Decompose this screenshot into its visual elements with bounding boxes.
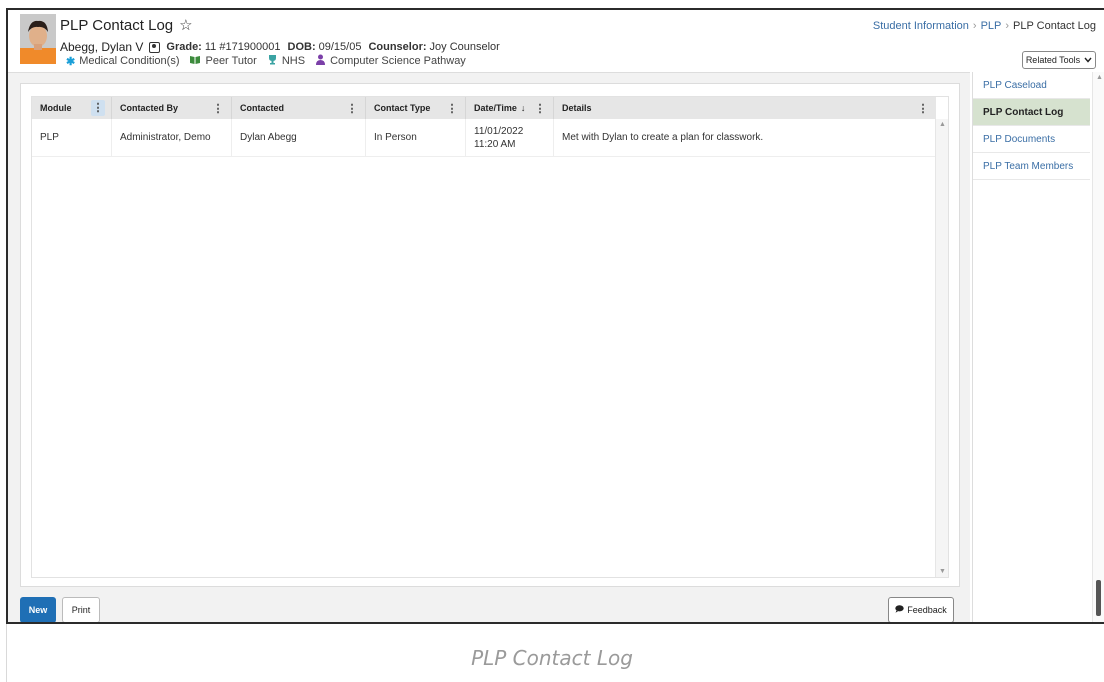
student-header: PLP Contact Log ☆ Abegg, Dylan V Grade: … — [8, 10, 1104, 70]
chevron-down-icon — [1084, 55, 1092, 65]
cell-date-time: 11/01/2022 11:20 AM — [466, 119, 554, 156]
image-caption: PLP Contact Log — [471, 646, 633, 670]
side-nav-scrollbar[interactable]: ▲ — [1092, 72, 1104, 622]
breadcrumb-current: PLP Contact Log — [1013, 20, 1096, 32]
column-label: Details — [562, 103, 592, 113]
column-header-contacted-by[interactable]: Contacted By ⋮ — [112, 97, 232, 119]
column-menu-icon[interactable]: ⋮ — [91, 100, 105, 116]
breadcrumb: Student Information › PLP › PLP Contact … — [873, 20, 1096, 32]
cell-contacted-by: Administrator, Demo — [112, 119, 232, 156]
chevron-right-icon: › — [1005, 20, 1010, 32]
flag-label: Medical Condition(s) — [79, 55, 180, 67]
side-navigation: PLP Caseload PLP Contact Log PLP Documen… — [972, 72, 1090, 622]
student-flags: ✱ Medical Condition(s) Peer Tutor NHS Co… — [66, 54, 466, 68]
column-header-module[interactable]: Module ⋮ — [32, 97, 112, 119]
star-icon[interactable]: ☆ — [179, 16, 192, 34]
page-title-text: PLP Contact Log — [60, 16, 174, 34]
action-bar: New Print Feedback — [8, 595, 970, 622]
column-menu-icon[interactable]: ⋮ — [211, 102, 225, 115]
contact-card-icon[interactable] — [149, 41, 161, 53]
column-header-date-time[interactable]: Date/Time ↓ ⋮ — [466, 97, 554, 119]
cell-contact-type: In Person — [366, 119, 466, 156]
grid-panel: Module ⋮ Contacted By ⋮ Contacted ⋮ Cont… — [20, 83, 960, 587]
column-label: Contacted By — [120, 103, 179, 113]
scroll-up-icon[interactable]: ▲ — [939, 121, 946, 128]
flag-label: NHS — [281, 55, 306, 67]
contact-log-grid: Module ⋮ Contacted By ⋮ Contacted ⋮ Cont… — [31, 96, 949, 578]
cell-details: Met with Dylan to create a plan for clas… — [562, 132, 764, 143]
chevron-right-icon: › — [972, 20, 977, 32]
nav-item-plp-contact-log[interactable]: PLP Contact Log — [973, 99, 1090, 126]
table-row[interactable]: PLP Administrator, Demo Dylan Abegg In P… — [32, 119, 936, 157]
column-header-contact-type[interactable]: Contact Type ⋮ — [366, 97, 466, 119]
cell-contacted: Dylan Abegg — [232, 119, 366, 156]
grade-value: 11 #171900001 — [204, 41, 281, 53]
dob-label: DOB: — [287, 41, 316, 53]
scrollbar-thumb[interactable] — [1096, 580, 1101, 616]
speech-bubble-icon — [895, 605, 904, 615]
counselor-value: Joy Counselor — [429, 41, 500, 53]
cell-time: 11:20 AM — [474, 138, 516, 150]
student-photo — [20, 14, 56, 64]
asterisk-icon: ✱ — [66, 55, 76, 68]
sort-descending-icon[interactable]: ↓ — [521, 103, 526, 113]
book-icon — [189, 55, 201, 68]
flag-peer-tutor[interactable]: Peer Tutor — [189, 55, 257, 68]
feedback-label: Feedback — [907, 605, 947, 615]
dob-value: 09/15/05 — [318, 41, 362, 53]
grid-scrollbar[interactable]: ▲ ▼ — [935, 119, 948, 577]
flag-cs-pathway[interactable]: Computer Science Pathway — [315, 54, 466, 68]
breadcrumb-student-information[interactable]: Student Information — [873, 20, 969, 32]
person-icon — [315, 54, 326, 68]
grade-label: Grade: — [166, 41, 202, 53]
student-summary: Abegg, Dylan V Grade: 11 #171900001 DOB:… — [60, 40, 507, 54]
column-label: Contacted — [240, 103, 285, 113]
new-button[interactable]: New — [20, 597, 56, 622]
student-name: Abegg, Dylan V — [60, 40, 144, 54]
column-menu-icon[interactable]: ⋮ — [533, 102, 547, 115]
related-tools-label: Related Tools — [1025, 55, 1081, 65]
print-button[interactable]: Print — [62, 597, 100, 622]
app-window: PLP Contact Log ☆ Abegg, Dylan V Grade: … — [6, 8, 1104, 624]
scroll-down-icon[interactable]: ▼ — [939, 568, 946, 575]
flag-medical[interactable]: ✱ Medical Condition(s) — [66, 55, 179, 68]
counselor-label: Counselor: — [368, 41, 427, 53]
cell-date: 11/01/2022 — [474, 125, 524, 137]
column-label: Module — [40, 103, 72, 113]
grid-header: Module ⋮ Contacted By ⋮ Contacted ⋮ Cont… — [32, 97, 936, 119]
column-label: Contact Type — [374, 103, 431, 113]
trophy-icon — [267, 54, 278, 68]
column-header-contacted[interactable]: Contacted ⋮ — [232, 97, 366, 119]
nav-item-plp-caseload[interactable]: PLP Caseload — [973, 72, 1090, 99]
flag-label: Computer Science Pathway — [330, 55, 466, 67]
cell-module: PLP — [32, 119, 112, 156]
column-menu-icon[interactable]: ⋮ — [445, 102, 459, 115]
column-header-details[interactable]: Details ⋮ — [554, 97, 936, 119]
flag-label: Peer Tutor — [205, 55, 257, 67]
feedback-button[interactable]: Feedback — [888, 597, 954, 622]
breadcrumb-plp[interactable]: PLP — [981, 20, 1002, 32]
related-tools-dropdown[interactable]: Related Tools — [1022, 51, 1096, 69]
column-menu-icon[interactable]: ⋮ — [345, 102, 359, 115]
nav-item-plp-team-members[interactable]: PLP Team Members — [973, 153, 1090, 180]
column-label: Date/Time — [474, 103, 517, 113]
main-workspace: Module ⋮ Contacted By ⋮ Contacted ⋮ Cont… — [8, 72, 970, 622]
scroll-up-icon[interactable]: ▲ — [1096, 74, 1103, 81]
grid-body: PLP Administrator, Demo Dylan Abegg In P… — [32, 119, 936, 577]
nav-item-plp-documents[interactable]: PLP Documents — [973, 126, 1090, 153]
page-title: PLP Contact Log ☆ — [60, 16, 193, 35]
column-menu-icon[interactable]: ⋮ — [916, 102, 930, 115]
flag-nhs[interactable]: NHS — [267, 54, 305, 68]
